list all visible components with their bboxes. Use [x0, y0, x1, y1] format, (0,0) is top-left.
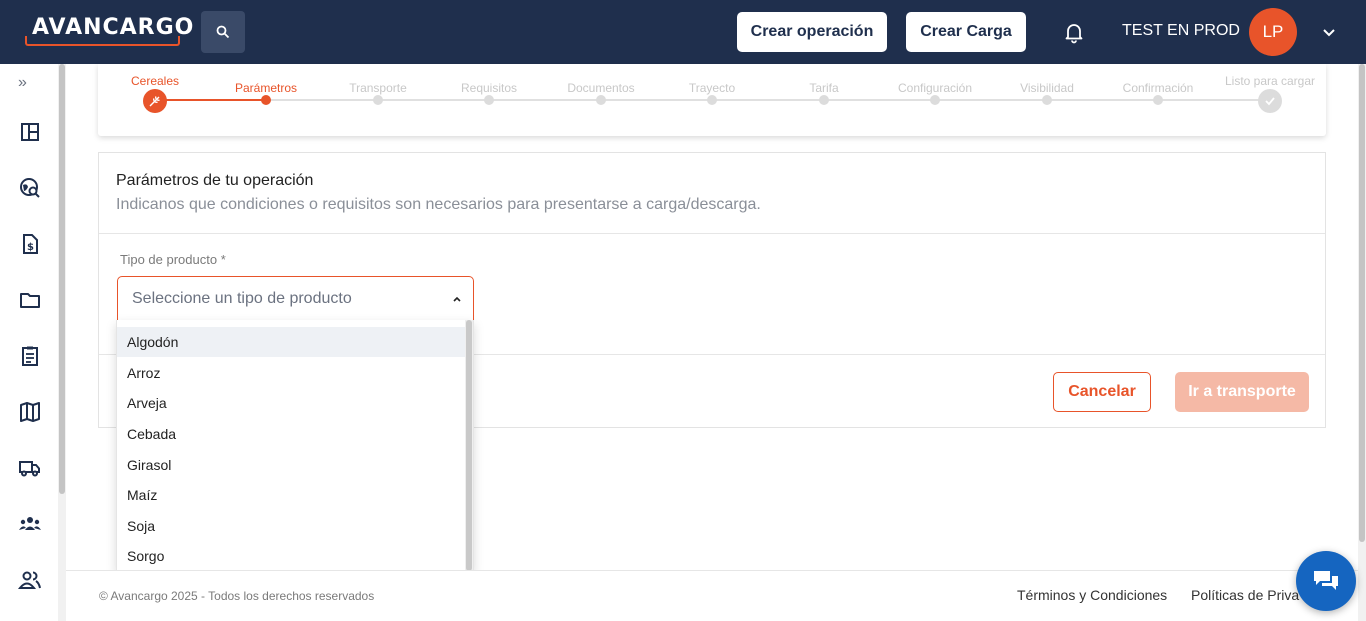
top-bar: AVANCARGO Crear operación Crear Carga TE…	[0, 0, 1366, 64]
create-operation-button[interactable]: Crear operación	[737, 12, 887, 52]
step-label-parametros: Parámetros	[234, 81, 298, 95]
form-title: Parámetros de tu operación	[116, 172, 314, 189]
step-label-trayecto: Trayecto	[688, 81, 736, 95]
step-parametros-dot[interactable]	[261, 95, 271, 105]
dropdown-scrollbar-thumb[interactable]	[466, 320, 472, 570]
avancargo-logo[interactable]: AVANCARGO	[25, 14, 193, 46]
chat-icon	[1314, 571, 1338, 590]
dropdown-option[interactable]: Sorgo	[117, 541, 467, 570]
user-name[interactable]: TEST EN PROD	[1122, 22, 1240, 40]
product-type-dropdown: Algodón Arroz Arveja Cebada Girasol Maíz…	[116, 320, 474, 571]
step-label-configuracion: Configuración	[897, 81, 973, 95]
product-type-placeholder: Seleccione un tipo de producto	[132, 290, 352, 307]
step-trayecto-dot[interactable]	[707, 95, 717, 105]
create-load-button[interactable]: Crear Carga	[906, 12, 1026, 52]
step-transporte-dot[interactable]	[373, 95, 383, 105]
dropdown-option[interactable]: Girasol	[117, 450, 467, 480]
step-label-tarifa: Tarifa	[809, 81, 839, 95]
avatar[interactable]: LP	[1249, 8, 1297, 56]
step-label-documentos: Documentos	[567, 81, 635, 95]
folder-icon[interactable]	[18, 288, 42, 312]
form-subtitle: Indicanos que condiciones o requisitos s…	[116, 196, 761, 213]
chevron-up-icon[interactable]	[451, 293, 463, 305]
clipboard-icon[interactable]	[18, 344, 42, 368]
invoice-icon[interactable]: $	[18, 232, 42, 256]
page-scrollbar-thumb[interactable]	[1359, 64, 1365, 542]
check-icon	[1265, 97, 1275, 106]
step-label-cereales: Cereales	[130, 74, 180, 88]
search-icon	[216, 25, 230, 39]
dropdown-option[interactable]: Arveja	[117, 388, 467, 418]
step-label-confirmacion: Confirmación	[1122, 81, 1194, 95]
divider	[99, 233, 1325, 234]
groups-icon[interactable]	[18, 512, 42, 536]
sidebar: » $	[0, 64, 66, 621]
step-listo-marker[interactable]	[1258, 89, 1282, 113]
search-button[interactable]	[201, 11, 245, 53]
step-configuracion-dot[interactable]	[930, 95, 940, 105]
terms-link[interactable]: Términos y Condiciones	[1017, 587, 1167, 603]
dashboard-icon[interactable]	[18, 120, 42, 144]
map-icon[interactable]	[18, 400, 42, 424]
dropdown-option[interactable]: Cebada	[117, 419, 467, 449]
step-confirmacion-dot[interactable]	[1153, 95, 1163, 105]
step-tarifa-dot[interactable]	[819, 95, 829, 105]
step-requisitos-dot[interactable]	[484, 95, 494, 105]
truck-icon[interactable]	[18, 456, 42, 480]
step-cereales-marker[interactable]	[143, 89, 167, 113]
stepper-track-line	[266, 99, 1270, 101]
dropdown-option[interactable]: Soja	[117, 511, 467, 541]
dropdown-option[interactable]: Arroz	[117, 358, 467, 388]
product-type-label: Tipo de producto *	[120, 252, 226, 267]
step-label-transporte: Transporte	[349, 81, 407, 95]
step-label-visibilidad: Visibilidad	[1020, 81, 1074, 95]
dropdown-option[interactable]: Algodón	[117, 327, 467, 357]
expand-sidebar-icon[interactable]: »	[18, 74, 27, 92]
dropdown-option[interactable]: Maíz	[117, 480, 467, 510]
cancel-button[interactable]: Cancelar	[1053, 372, 1151, 412]
step-label-requisitos: Requisitos	[460, 81, 518, 95]
chevron-down-icon[interactable]	[1320, 23, 1338, 41]
product-type-select[interactable]: Seleccione un tipo de producto	[117, 276, 474, 321]
bell-icon[interactable]	[1062, 20, 1086, 44]
stepper-progress-line	[154, 99, 266, 101]
privacy-link[interactable]: Políticas de Priva	[1191, 587, 1299, 603]
go-to-transport-button[interactable]: Ir a transporte	[1175, 372, 1309, 412]
chat-button[interactable]	[1296, 551, 1356, 611]
step-documentos-dot[interactable]	[596, 95, 606, 105]
users-icon[interactable]	[17, 568, 42, 592]
step-visibilidad-dot[interactable]	[1042, 95, 1052, 105]
logo-underline	[25, 36, 180, 46]
step-label-listo: Listo para cargar	[1224, 74, 1316, 88]
globe-search-icon[interactable]	[18, 176, 42, 200]
page-footer: © Avancargo 2025 - Todos los derechos re…	[66, 570, 1358, 621]
svg-text:$: $	[27, 242, 34, 253]
stepper-card: Cereales Parámetros Transporte Requisito…	[98, 64, 1326, 136]
sidebar-scrollbar-thumb[interactable]	[59, 64, 65, 494]
wheat-icon	[149, 96, 160, 107]
copyright-text: © Avancargo 2025 - Todos los derechos re…	[99, 589, 375, 603]
